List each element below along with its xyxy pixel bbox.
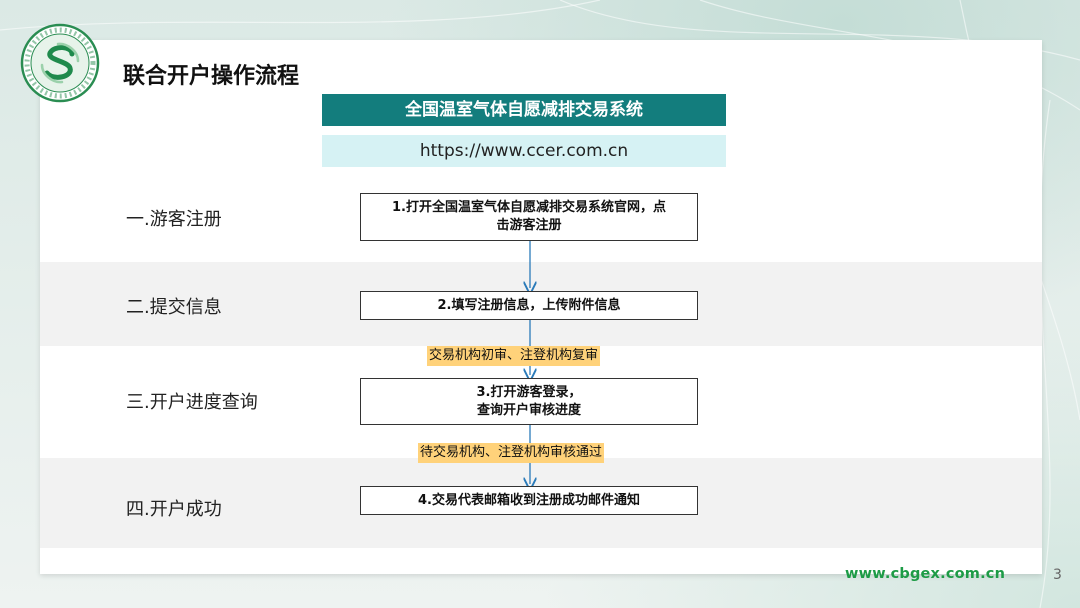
step-3-line2: 查询开户审核进度 — [476, 402, 581, 418]
step-1-box: 1.打开全国温室气体自愿减排交易系统官网，点 击游客注册 — [360, 193, 698, 241]
step-3-box: 3.打开游客登录， 查询开户审核进度 — [360, 378, 698, 425]
step-2-box: 2.填写注册信息，上传附件信息 — [360, 291, 698, 320]
page-number: 3 — [1053, 567, 1062, 583]
step-1-line2: 击游客注册 — [496, 218, 562, 233]
footer-website-link[interactable]: www.cbgex.com.cn — [845, 566, 1005, 582]
step-2-line1: 2.填写注册信息，上传附件信息 — [437, 297, 621, 313]
step-1-line1: 1.打开全国温室气体自愿减排交易系统官网，点 — [392, 200, 666, 215]
step-4-box: 4.交易代表邮箱收到注册成功邮件通知 — [360, 486, 698, 515]
review-note: 交易机构初审、注登机构复审 — [427, 346, 601, 366]
approval-note: 待交易机构、注登机构审核通过 — [418, 443, 605, 463]
step-3-line1: 3.打开游客登录， — [476, 384, 582, 400]
step-4-line1: 4.交易代表邮箱收到注册成功邮件通知 — [418, 492, 640, 508]
